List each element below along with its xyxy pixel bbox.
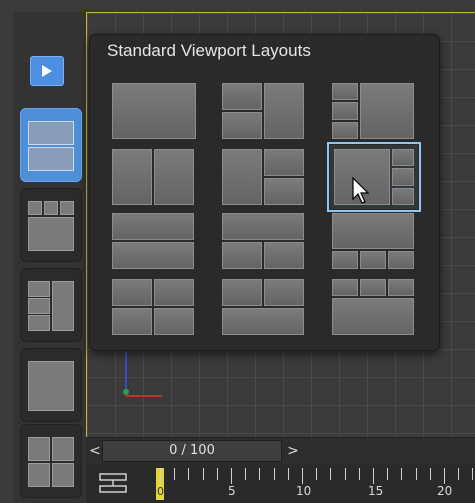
sidebar-item-layout-three-top-one-bottom[interactable] (20, 188, 82, 262)
ruler-label-15: 15 (368, 484, 384, 498)
ruler-tick (472, 468, 473, 480)
ruler-label-10: 10 (296, 484, 312, 498)
layout-option-two-horizontal[interactable] (112, 213, 202, 275)
ruler-tick (401, 468, 402, 480)
ruler-label-20: 20 (437, 484, 453, 498)
ruler-tick (174, 468, 175, 480)
layout-option-single[interactable] (112, 83, 202, 145)
ruler-tick (217, 468, 218, 480)
ruler-tick (160, 468, 161, 484)
layout-option-one-left-three-right[interactable] (327, 142, 421, 212)
layout-option-two-top-one-bottom[interactable] (222, 279, 312, 341)
ruler-tick (416, 468, 417, 480)
layout-two-horizontal-icon (28, 121, 74, 171)
ruler-tick (430, 468, 431, 480)
ruler-tick (458, 468, 459, 480)
ruler-tick (316, 468, 317, 480)
playhead-frame-label: 0 (157, 485, 164, 498)
ruler-tick (274, 468, 275, 480)
layout-four-icon (28, 437, 74, 487)
frame-readout-slider[interactable]: 0 / 100 (102, 440, 282, 462)
layout-single-icon (28, 361, 74, 411)
ruler-tick (203, 468, 204, 480)
layout-option-one-top-three-bottom[interactable] (332, 213, 422, 275)
ruler-tick (359, 468, 360, 480)
layout-option-three-left-one-right[interactable] (332, 83, 422, 145)
ruler-tick (302, 468, 303, 484)
sidebar-item-layout-four[interactable] (20, 424, 82, 498)
mouse-cursor-icon (352, 177, 370, 204)
ruler-tick (245, 468, 246, 480)
layout-option-two-left-one-right[interactable] (222, 83, 312, 145)
popup-title: Standard Viewport Layouts (107, 41, 311, 60)
layout-three-left-one-right-icon (28, 281, 74, 331)
ruler-tick (188, 468, 189, 480)
play-icon (42, 65, 52, 77)
layout-option-three-top-one-bottom[interactable] (332, 279, 422, 341)
ruler-tick (231, 468, 232, 484)
ruler-tick (345, 468, 346, 480)
layout-option-two-vertical[interactable] (112, 149, 202, 211)
ruler-tick (387, 468, 388, 480)
layout-option-one-top-two-bottom[interactable] (222, 213, 312, 275)
layout-three-top-one-bottom-icon (28, 201, 74, 251)
layout-option-one-left-two-right[interactable] (222, 149, 312, 211)
ruler-tick (444, 468, 445, 484)
sidebar-item-layout-single[interactable] (20, 348, 82, 422)
ruler-label-5: 5 (228, 484, 236, 498)
standard-viewport-layouts-popup: Standard Viewport Layouts (89, 34, 440, 351)
ruler-tick (330, 468, 331, 480)
sidebar-expand-button[interactable] (30, 56, 64, 86)
sidebar-item-layout-two-horizontal[interactable] (20, 108, 82, 182)
next-frame-button[interactable]: > (284, 440, 302, 462)
ruler-tick (373, 468, 374, 484)
axis-gizmo (123, 348, 162, 397)
layout-option-four[interactable] (112, 279, 202, 341)
sidebar-item-layout-three-left-one-right[interactable] (20, 268, 82, 342)
track-bar-icon[interactable] (98, 472, 128, 496)
ruler-tick (259, 468, 260, 480)
ruler-tick (288, 468, 289, 480)
